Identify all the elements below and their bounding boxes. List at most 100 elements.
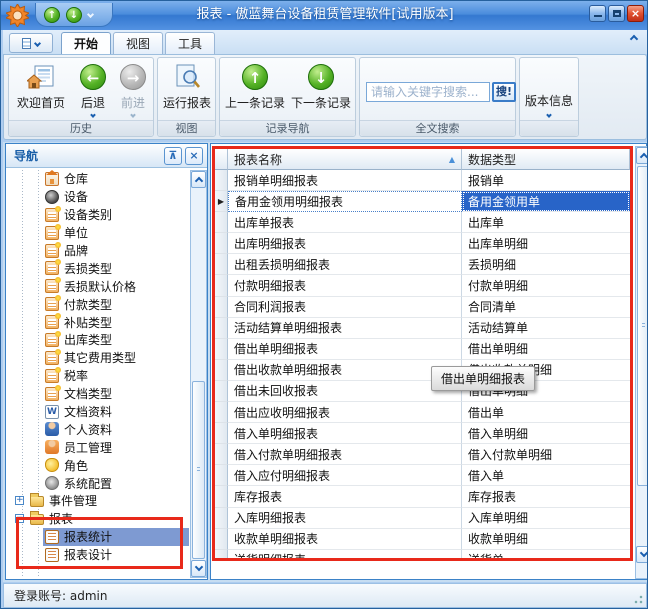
cell-data-type[interactable]: 报销单 [462,170,630,191]
cell-data-type[interactable]: 借出单明细 [462,339,630,360]
grid-scroll-down-button[interactable] [636,546,648,563]
cell-report-name[interactable]: 借出单明细报表 [228,339,462,360]
cell-report-name[interactable]: 报销单明细报表 [228,170,462,191]
tree-item[interactable]: 仓库 [7,170,189,188]
table-row[interactable]: 出库明细报表出库单明细 [215,233,630,254]
table-row[interactable]: 借出应收明细报表借出单 [215,402,630,423]
run-report-button[interactable]: 运行报表 [160,61,214,121]
tree-item[interactable]: 个人资料 [7,420,189,438]
grid-scroll-up-button[interactable] [636,147,648,164]
cell-data-type[interactable]: 借入单 [462,465,630,486]
cell-report-name[interactable]: 出租丢损明细报表 [228,254,462,275]
tree-item[interactable]: 付款类型 [7,295,189,313]
table-row[interactable]: 付款明细报表付款单明细 [215,275,630,296]
cell-report-name[interactable]: 出库明细报表 [228,233,462,254]
cell-data-type[interactable]: 出库单明细 [462,233,630,254]
cell-data-type[interactable]: 库存报表 [462,486,630,507]
tree-item[interactable]: 系统配置 [7,474,189,492]
qat-dropdown-icon[interactable] [87,11,94,18]
cell-report-name[interactable]: 入库明细报表 [228,508,462,529]
cell-data-type[interactable]: 入库单明细 [462,508,630,529]
tree-item[interactable]: 税率 [7,367,189,385]
cell-report-name[interactable]: 出库单报表 [228,212,462,233]
tree-scroll-thumb[interactable] [192,381,205,559]
tab-view[interactable]: 视图 [113,32,163,54]
table-row[interactable]: 借入应付明细报表借入单 [215,465,630,486]
cell-report-name[interactable]: 借出收款单明细报表 [228,360,462,381]
tree-item[interactable]: 员工管理 [7,438,189,456]
tab-tools[interactable]: 工具 [165,32,215,54]
table-row[interactable]: 收款单明细报表收款单明细 [215,529,630,550]
tree-item[interactable]: −报表 [7,510,189,528]
next-record-button[interactable]: ↓ 下一条记录 [288,61,354,121]
cell-report-name[interactable]: 借出未回收报表 [228,381,462,402]
cell-report-name[interactable]: 借出应收明细报表 [228,402,462,423]
cell-data-type[interactable]: 送货单 [462,550,630,561]
cell-data-type[interactable]: 备用金领用单 [462,191,630,212]
cell-report-name[interactable]: 活动结算单明细报表 [228,318,462,339]
cell-report-name[interactable]: 付款明细报表 [228,275,462,296]
minimize-button[interactable] [589,5,606,22]
cell-data-type[interactable]: 合同清单 [462,297,630,318]
table-row[interactable]: 出库单报表出库单 [215,212,630,233]
table-row[interactable]: 活动结算单明细报表活动结算单 [215,318,630,339]
table-row[interactable]: 出租丢损明细报表丢损明细 [215,254,630,275]
grid-header-data-type[interactable]: 数据类型 [462,149,630,170]
tree-item[interactable]: W文档资料 [7,403,189,421]
tree-item[interactable]: 报表统计 [7,528,189,546]
cell-data-type[interactable]: 出库单 [462,212,630,233]
expand-icon[interactable]: + [15,496,24,505]
table-row[interactable]: 借出未回收报表借出单明细 [215,381,630,402]
grid-header-report-name[interactable]: 报表名称 ▲ [228,149,462,170]
tree-item[interactable]: 设备 [7,188,189,206]
tab-start[interactable]: 开始 [61,32,111,54]
pin-button[interactable]: ⊼ [164,147,182,165]
table-row[interactable]: 报销单明细报表报销单 [215,170,630,191]
cell-report-name[interactable]: 借入付款单明细报表 [228,444,462,465]
cell-report-name[interactable]: 借入单明细报表 [228,423,462,444]
cell-data-type[interactable]: 借入单明细 [462,423,630,444]
search-input[interactable] [366,82,490,102]
table-row[interactable]: 合同利润报表合同清单 [215,297,630,318]
app-menu-button[interactable] [9,33,53,53]
tree-scroll-down-button[interactable] [191,560,206,577]
cell-report-name[interactable]: 合同利润报表 [228,297,462,318]
resize-grip[interactable] [633,594,643,604]
table-row[interactable]: 借入付款单明细报表借入付款单明细 [215,444,630,465]
table-row[interactable]: ▶备用金领用明细报表备用金领用单 [215,191,630,212]
cell-report-name[interactable]: 送货明细报表 [228,550,462,561]
forward-button[interactable]: → 前进 [113,61,153,121]
table-row[interactable]: 入库明细报表入库单明细 [215,508,630,529]
panel-close-button[interactable]: × [185,147,203,165]
qat-up-button[interactable]: ↑ [44,7,60,23]
cell-report-name[interactable]: 收款单明细报表 [228,529,462,550]
ribbon-collapse-icon[interactable] [630,35,638,43]
table-row[interactable]: 库存报表库存报表 [215,486,630,507]
table-row[interactable]: 借入单明细报表借入单明细 [215,423,630,444]
cell-data-type[interactable]: 付款单明细 [462,275,630,296]
tree-item[interactable]: 报表设计 [7,546,189,564]
cell-data-type[interactable]: 借入付款单明细 [462,444,630,465]
qat-down-button[interactable]: ↓ [66,7,82,23]
tree-item[interactable]: 文档类型 [7,385,189,403]
table-row[interactable]: 借出单明细报表借出单明细 [215,339,630,360]
prev-record-button[interactable]: ↑ 上一条记录 [222,61,288,121]
grid-scroll-thumb[interactable] [637,166,648,486]
tree-item[interactable]: +事件管理 [7,492,189,510]
cell-report-name[interactable]: 借入应付明细报表 [228,465,462,486]
close-button[interactable]: × [627,5,644,22]
collapse-icon[interactable]: − [15,514,24,523]
maximize-button[interactable] [608,5,625,22]
tree-item[interactable]: 角色 [7,456,189,474]
tree-item[interactable]: 丢损类型 [7,259,189,277]
table-row[interactable]: 送货明细报表送货单 [215,550,630,561]
cell-report-name[interactable]: 库存报表 [228,486,462,507]
grid-scrollbar[interactable] [635,146,648,579]
search-button[interactable]: 搜! [492,82,516,102]
tree-item[interactable]: 单位 [7,224,189,242]
table-row[interactable]: 借出收款单明细报表借出收款单明细 [215,360,630,381]
cell-data-type[interactable]: 收款单明细 [462,529,630,550]
tree-item[interactable]: 设备类别 [7,206,189,224]
version-info-button[interactable]: 版本信息 [520,92,578,117]
cell-data-type[interactable]: 丢损明细 [462,254,630,275]
